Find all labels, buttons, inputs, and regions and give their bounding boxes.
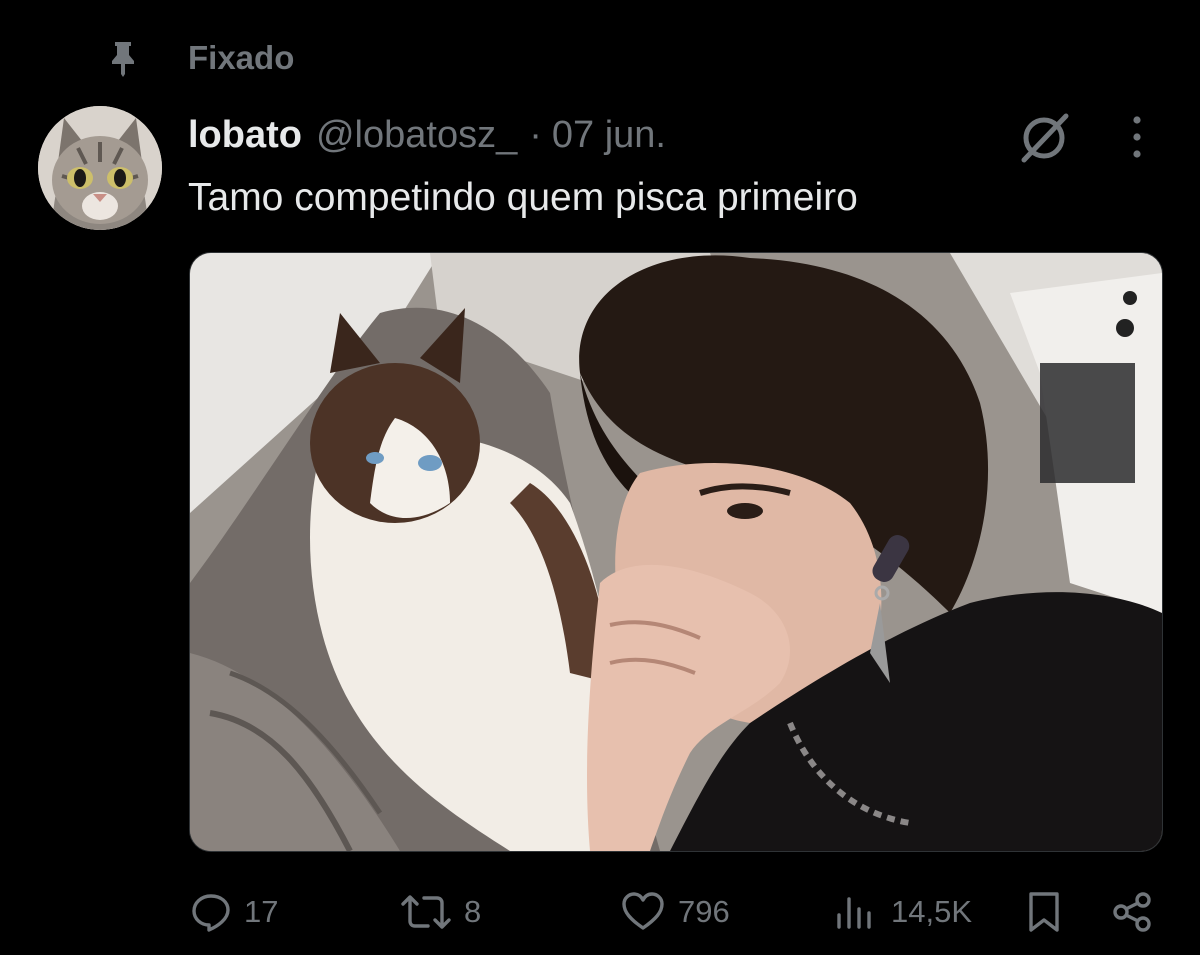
tweet-header: lobato @lobatosz_ · 07 jun. [188,110,666,160]
cat-avatar-icon [38,106,162,230]
heart-icon [622,892,664,930]
share-icon [1113,892,1151,932]
reply-count: 17 [244,894,279,929]
more-options-icon[interactable] [1122,112,1152,162]
reply-icon [192,894,230,932]
repost-button[interactable]: 8 [400,884,481,940]
views-count: 14,5K [891,894,973,929]
tweet-page: Fixado lobato @lobatosz_ · 07 jun. Tamo … [0,0,1200,955]
tweet-media-photo[interactable] [189,252,1163,852]
pinned-indicator: Fixado [0,30,600,86]
views-button[interactable]: 14,5K [833,884,972,940]
views-icon [837,897,871,929]
like-button[interactable]: 796 [620,884,730,940]
repost-icon [401,895,451,929]
avatar[interactable] [38,106,162,230]
bookmark-button[interactable] [1025,884,1063,940]
grok-icon[interactable] [1016,108,1074,166]
share-button[interactable] [1110,884,1154,940]
repost-count: 8 [464,894,482,929]
photo-image-icon [190,253,1162,851]
like-count: 796 [678,894,730,929]
bookmark-icon [1029,892,1059,932]
reply-button[interactable]: 17 [190,884,278,940]
separator-dot: · [529,114,542,156]
tweet-text: Tamo competindo quem pisca primeiro [188,176,858,219]
tweet-date[interactable]: 07 jun. [552,110,666,160]
pinned-label: Fixado [188,39,295,76]
tweet-actions-bar: 17 8 796 14,5K [0,884,1200,940]
pin-icon [112,42,134,77]
display-name[interactable]: lobato [188,110,302,160]
user-handle[interactable]: @lobatosz_ [316,110,517,160]
